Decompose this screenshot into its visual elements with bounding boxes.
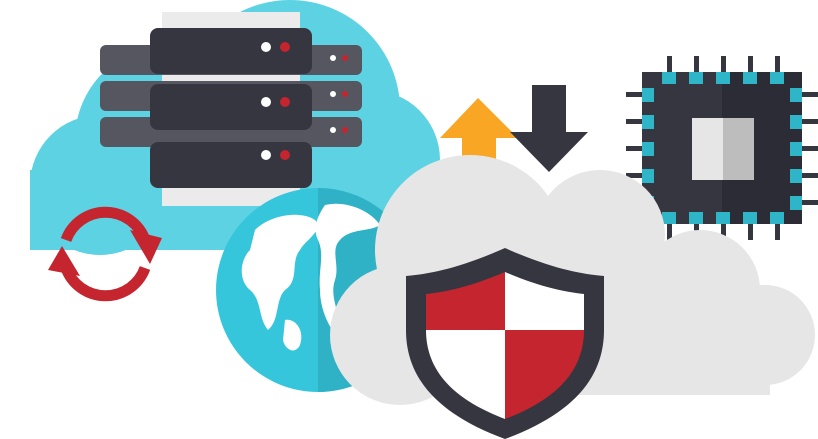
security-shield-icon — [406, 248, 604, 439]
download-arrow-icon — [510, 85, 588, 172]
illustration-canvas — [30, 0, 818, 439]
cloud-security-illustration — [0, 0, 818, 439]
